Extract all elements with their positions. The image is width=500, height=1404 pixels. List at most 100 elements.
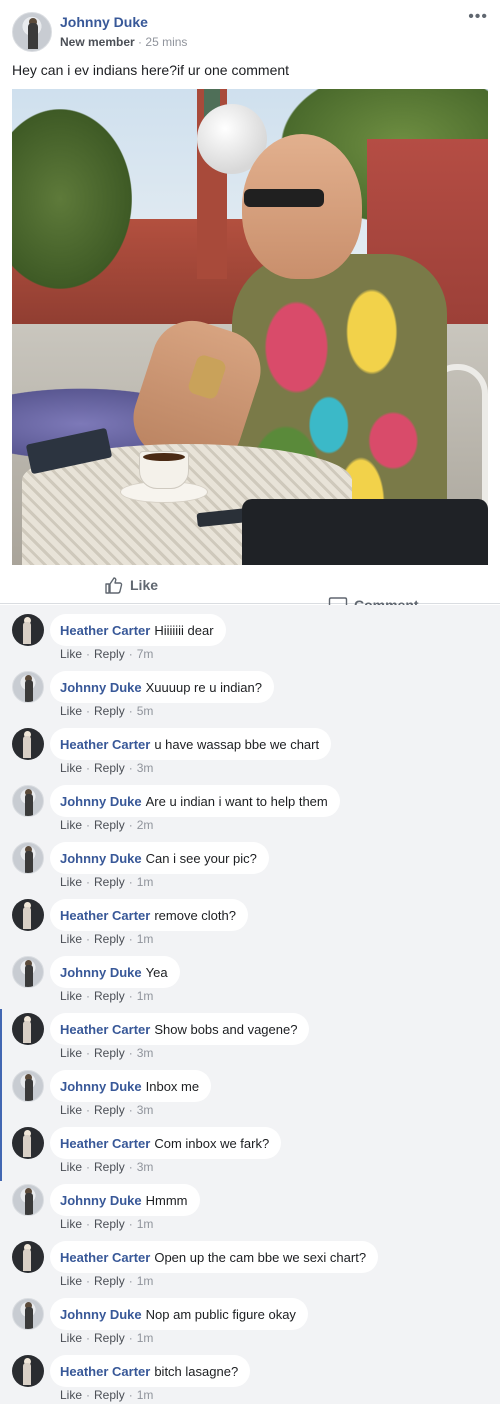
comment-timestamp[interactable]: 1m — [137, 1331, 154, 1345]
comment-like-link[interactable]: Like — [60, 818, 82, 832]
commenter-avatar[interactable] — [12, 1013, 44, 1045]
separator: · — [86, 1331, 91, 1345]
comment-reply-link[interactable]: Reply — [94, 1274, 125, 1288]
post-timestamp[interactable]: 25 mins — [145, 35, 187, 49]
commenter-name[interactable]: Heather Carter — [60, 1250, 150, 1265]
comment-like-link[interactable]: Like — [60, 761, 82, 775]
comment-item: Johnny Duke Yea Like · Reply · 1m — [0, 947, 500, 1004]
comment-reply-link[interactable]: Reply — [94, 1046, 125, 1060]
commenter-name[interactable]: Johnny Duke — [60, 680, 142, 695]
comment-item: Johnny Duke Are u indian i want to help … — [0, 776, 500, 833]
commenter-avatar[interactable] — [12, 614, 44, 646]
comment-timestamp[interactable]: 3m — [137, 1046, 154, 1060]
comment-item: Johnny Duke Nop am public figure okay Li… — [0, 1289, 500, 1346]
separator: · — [86, 1103, 91, 1117]
separator: · — [128, 1274, 133, 1288]
avatar-figure — [23, 622, 31, 644]
commenter-name[interactable]: Heather Carter — [60, 623, 150, 638]
comment-reply-link[interactable]: Reply — [94, 818, 125, 832]
comment-like-link[interactable]: Like — [60, 875, 82, 889]
comment-item: Heather Carter Com inbox we fark? Like · R… — [0, 1118, 500, 1175]
commenter-name[interactable]: Johnny Duke — [60, 794, 142, 809]
post-header: Johnny Duke New member · 25 mins ••• — [0, 0, 500, 58]
commenter-name[interactable]: Johnny Duke — [60, 1307, 142, 1322]
commenter-name[interactable]: Johnny Duke — [60, 1079, 142, 1094]
comment-item: Heather Carter bitch lasagne? Like · Reply… — [0, 1346, 500, 1403]
commenter-name[interactable]: Heather Carter — [60, 1136, 150, 1151]
comment-timestamp[interactable]: 2m — [137, 818, 154, 832]
comment-reply-link[interactable]: Reply — [94, 647, 125, 661]
commenter-name[interactable]: Johnny Duke — [60, 1193, 142, 1208]
post-author-name[interactable]: Johnny Duke — [60, 14, 148, 30]
photo-sunglasses — [244, 189, 324, 207]
comment-like-link[interactable]: Like — [60, 1217, 82, 1231]
comment-timestamp[interactable]: 1m — [137, 1388, 154, 1402]
comment-reply-link[interactable]: Reply — [94, 1388, 125, 1402]
comment-like-link[interactable]: Like — [60, 704, 82, 718]
commenter-name[interactable]: Johnny Duke — [60, 965, 142, 980]
comment-timestamp[interactable]: 1m — [137, 875, 154, 889]
commenter-name[interactable]: Heather Carter — [60, 1364, 150, 1379]
commenter-avatar[interactable] — [12, 1298, 44, 1330]
comment-timestamp[interactable]: 3m — [137, 1103, 154, 1117]
comment-text: Open up the cam bbe we sexi chart? — [154, 1249, 367, 1265]
commenter-avatar[interactable] — [12, 671, 44, 703]
comment-reply-link[interactable]: Reply — [94, 875, 125, 889]
comment-reply-link[interactable]: Reply — [94, 1103, 125, 1117]
comment-timestamp[interactable]: 1m — [137, 1274, 154, 1288]
comment-like-link[interactable]: Like — [60, 1331, 82, 1345]
comment-timestamp[interactable]: 1m — [137, 1217, 154, 1231]
comment-item: Johnny Duke Xuuuup re u indian? Like · Rep… — [0, 662, 500, 719]
comment-reply-link[interactable]: Reply — [94, 989, 125, 1003]
commenter-avatar[interactable] — [12, 1355, 44, 1387]
comment-like-link[interactable]: Like — [60, 1274, 82, 1288]
comment-like-link[interactable]: Like — [60, 1388, 82, 1402]
comment-timestamp[interactable]: 5m — [137, 704, 154, 718]
comment-actions: Like · Reply · 3m — [60, 1046, 153, 1060]
separator: · — [86, 1046, 91, 1060]
author-avatar[interactable] — [12, 12, 52, 52]
comment-reply-link[interactable]: Reply — [94, 1331, 125, 1345]
comment-timestamp[interactable]: 7m — [137, 647, 154, 661]
comment-reply-link[interactable]: Reply — [94, 1160, 125, 1174]
comment-reply-link[interactable]: Reply — [94, 1217, 125, 1231]
comment-reply-link[interactable]: Reply — [94, 932, 125, 946]
comment-actions: Like · Reply · 1m — [60, 875, 153, 889]
commenter-name[interactable]: Heather Carter — [60, 737, 150, 752]
commenter-avatar[interactable] — [12, 1241, 44, 1273]
commenter-name[interactable]: Johnny Duke — [60, 851, 142, 866]
commenter-name[interactable]: Heather Carter — [60, 1022, 150, 1037]
comment-item: Heather Carter Hiiiiiii dear Like · Reply ·… — [0, 605, 500, 662]
comment-timestamp[interactable]: 3m — [137, 761, 154, 775]
commenter-avatar[interactable] — [12, 899, 44, 931]
commenter-avatar[interactable] — [12, 1070, 44, 1102]
comment-like-link[interactable]: Like — [60, 1103, 82, 1117]
post-photo[interactable] — [12, 89, 488, 565]
commenter-avatar[interactable] — [12, 785, 44, 817]
separator: · — [86, 647, 91, 661]
comment-timestamp[interactable]: 3m — [137, 1160, 154, 1174]
commenter-name[interactable]: Heather Carter — [60, 908, 150, 923]
commenter-avatar[interactable] — [12, 1127, 44, 1159]
comment-reply-link[interactable]: Reply — [94, 761, 125, 775]
avatar-figure — [23, 1363, 31, 1385]
like-button[interactable]: Like — [104, 576, 158, 594]
more-options-icon[interactable]: ••• — [468, 8, 488, 26]
separator: · — [86, 1217, 91, 1231]
comment-like-link[interactable]: Like — [60, 647, 82, 661]
commenter-avatar[interactable] — [12, 956, 44, 988]
thumbs-up-icon — [105, 577, 123, 594]
commenter-avatar[interactable] — [12, 842, 44, 874]
comment-timestamp[interactable]: 1m — [137, 989, 154, 1003]
comment-like-link[interactable]: Like — [60, 1160, 82, 1174]
comment-like-link[interactable]: Like — [60, 1046, 82, 1060]
comment-bubble: Heather Carter u have wassap bbe we char… — [50, 728, 332, 760]
comment-reply-link[interactable]: Reply — [94, 704, 125, 718]
comment-like-link[interactable]: Like — [60, 989, 82, 1003]
commenter-avatar[interactable] — [12, 728, 44, 760]
commenter-avatar[interactable] — [12, 1184, 44, 1216]
separator: · — [128, 1160, 133, 1174]
separator: · — [86, 875, 91, 889]
comment-like-link[interactable]: Like — [60, 932, 82, 946]
comment-timestamp[interactable]: 1m — [137, 932, 154, 946]
